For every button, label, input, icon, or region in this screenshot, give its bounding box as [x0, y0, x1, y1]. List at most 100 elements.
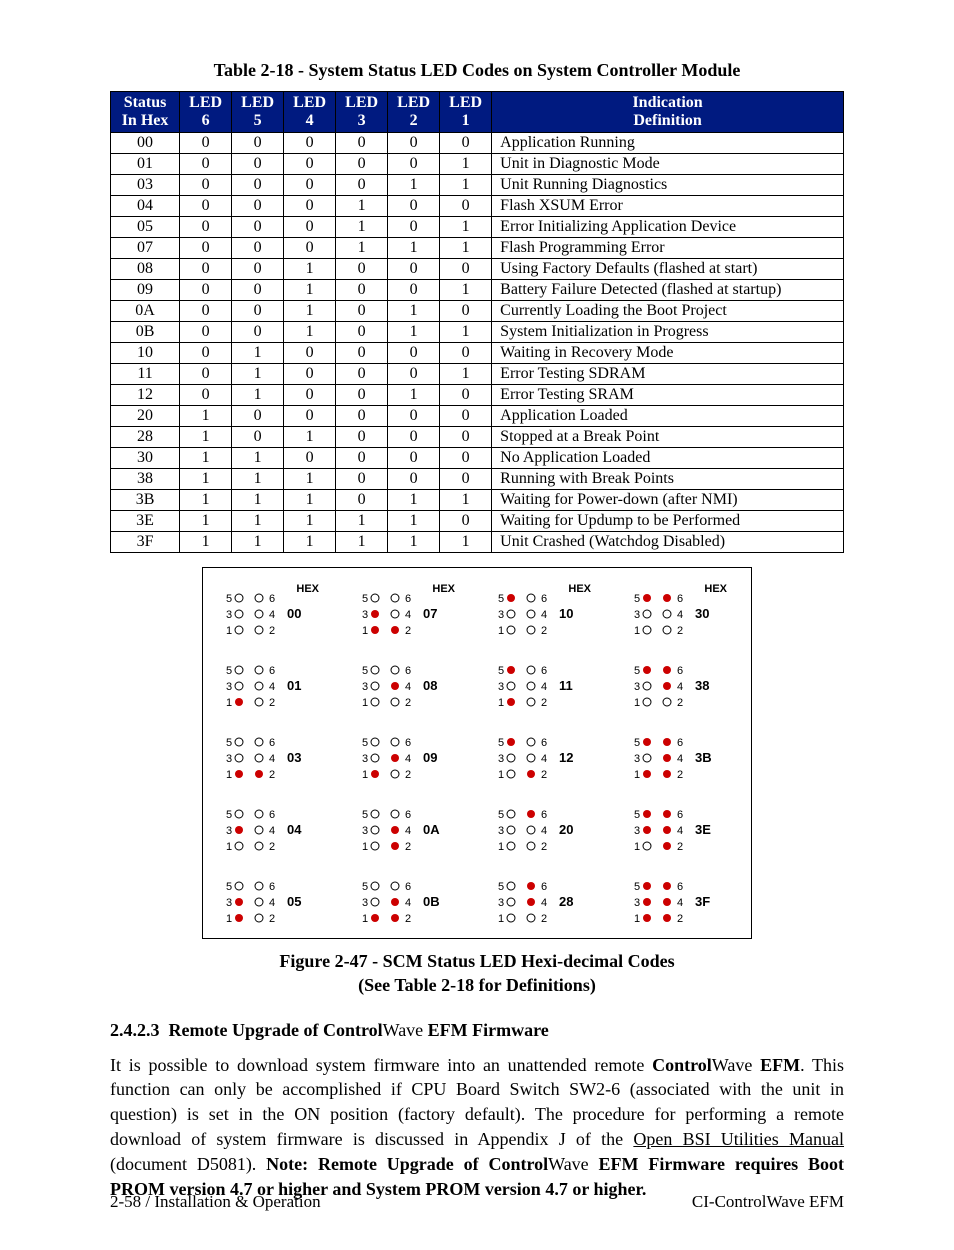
- cell-l2: 0: [388, 280, 440, 301]
- svg-text:5: 5: [226, 593, 232, 605]
- cell-l2: 0: [388, 343, 440, 364]
- svg-text:2: 2: [405, 769, 411, 781]
- svg-text:28: 28: [559, 894, 573, 909]
- table-row: 08001000Using Factory Defaults (flashed …: [111, 259, 844, 280]
- svg-text:5: 5: [498, 665, 504, 677]
- svg-text:5: 5: [362, 593, 368, 605]
- cell-l1: 0: [440, 385, 492, 406]
- cell-hex: 3E: [111, 511, 180, 532]
- cell-hex: 08: [111, 259, 180, 280]
- svg-text:6: 6: [269, 881, 275, 893]
- svg-text:05: 05: [287, 894, 301, 909]
- cell-l3: 0: [336, 469, 388, 490]
- section-heading: 2.4.2.3 Remote Upgrade of ControlWave EF…: [110, 1020, 844, 1041]
- cell-def: Application Running: [492, 133, 844, 154]
- cell-l6: 0: [180, 364, 232, 385]
- cell-l6: 0: [180, 196, 232, 217]
- svg-text:3B: 3B: [695, 750, 712, 765]
- svg-text:1: 1: [634, 697, 640, 709]
- cell-l5: 1: [232, 469, 284, 490]
- svg-text:5: 5: [362, 665, 368, 677]
- svg-text:5: 5: [634, 665, 640, 677]
- svg-text:4: 4: [405, 897, 411, 909]
- cell-hex: 07: [111, 238, 180, 259]
- svg-text:5: 5: [498, 737, 504, 749]
- cell-l1: 1: [440, 532, 492, 553]
- cell-l3: 1: [336, 217, 388, 238]
- led-block: 5634120B: [359, 870, 459, 928]
- cell-l6: 0: [180, 385, 232, 406]
- svg-text:08: 08: [423, 678, 437, 693]
- cell-l3: 0: [336, 385, 388, 406]
- cell-def: System Initialization in Progress: [492, 322, 844, 343]
- cell-l2: 1: [388, 490, 440, 511]
- svg-text:2: 2: [541, 841, 547, 853]
- svg-text:6: 6: [541, 809, 547, 821]
- cell-hex: 30: [111, 448, 180, 469]
- cell-l6: 0: [180, 154, 232, 175]
- led-block: 5634120A: [359, 798, 459, 856]
- cell-l6: 0: [180, 280, 232, 301]
- cell-hex: 0A: [111, 301, 180, 322]
- svg-text:2: 2: [269, 625, 275, 637]
- svg-text:5: 5: [362, 809, 368, 821]
- led-block: 56341211: [495, 654, 595, 712]
- cell-hex: 00: [111, 133, 180, 154]
- svg-text:HEX: HEX: [296, 583, 319, 595]
- cell-l6: 0: [180, 322, 232, 343]
- svg-text:2: 2: [541, 913, 547, 925]
- cell-l6: 1: [180, 511, 232, 532]
- svg-text:HEX: HEX: [432, 583, 455, 595]
- cell-l1: 0: [440, 511, 492, 532]
- svg-text:20: 20: [559, 822, 573, 837]
- svg-text:1: 1: [226, 769, 232, 781]
- cell-l4: 1: [284, 427, 336, 448]
- cell-l5: 0: [232, 427, 284, 448]
- svg-text:3: 3: [634, 897, 640, 909]
- svg-text:2: 2: [269, 913, 275, 925]
- svg-text:5: 5: [498, 881, 504, 893]
- svg-text:10: 10: [559, 606, 573, 621]
- svg-text:4: 4: [677, 825, 683, 837]
- svg-text:6: 6: [405, 737, 411, 749]
- svg-text:1: 1: [226, 841, 232, 853]
- svg-text:2: 2: [269, 841, 275, 853]
- svg-text:1: 1: [634, 769, 640, 781]
- cell-l1: 0: [440, 133, 492, 154]
- cell-l2: 0: [388, 469, 440, 490]
- svg-text:1: 1: [362, 697, 368, 709]
- cell-l3: 0: [336, 280, 388, 301]
- cell-l5: 0: [232, 406, 284, 427]
- cell-hex: 05: [111, 217, 180, 238]
- svg-text:HEX: HEX: [568, 583, 591, 595]
- svg-text:1: 1: [226, 625, 232, 637]
- led-block: 56341208: [359, 654, 459, 712]
- table-row: 09001001Battery Failure Detected (flashe…: [111, 280, 844, 301]
- cell-def: Unit Running Diagnostics: [492, 175, 844, 196]
- svg-text:6: 6: [405, 593, 411, 605]
- cell-l6: 1: [180, 427, 232, 448]
- led-block: 56341201: [223, 654, 323, 712]
- cell-l1: 1: [440, 217, 492, 238]
- cell-def: Running with Break Points: [492, 469, 844, 490]
- cell-l4: 0: [284, 196, 336, 217]
- cell-l4: 0: [284, 133, 336, 154]
- svg-text:6: 6: [269, 737, 275, 749]
- cell-l6: 1: [180, 406, 232, 427]
- table-row: 01000001Unit in Diagnostic Mode: [111, 154, 844, 175]
- footer-right: CI-ControlWave EFM: [692, 1192, 844, 1212]
- svg-text:2: 2: [269, 769, 275, 781]
- cell-l5: 0: [232, 301, 284, 322]
- svg-text:2: 2: [677, 841, 683, 853]
- svg-text:3: 3: [226, 609, 232, 621]
- svg-text:1: 1: [362, 769, 368, 781]
- cell-l5: 0: [232, 133, 284, 154]
- cell-l2: 0: [388, 196, 440, 217]
- cell-l6: 0: [180, 217, 232, 238]
- cell-l1: 1: [440, 364, 492, 385]
- cell-hex: 28: [111, 427, 180, 448]
- cell-hex: 11: [111, 364, 180, 385]
- cell-def: Error Testing SRAM: [492, 385, 844, 406]
- table-row: 00000000Application Running: [111, 133, 844, 154]
- table-row: 3F111111Unit Crashed (Watchdog Disabled): [111, 532, 844, 553]
